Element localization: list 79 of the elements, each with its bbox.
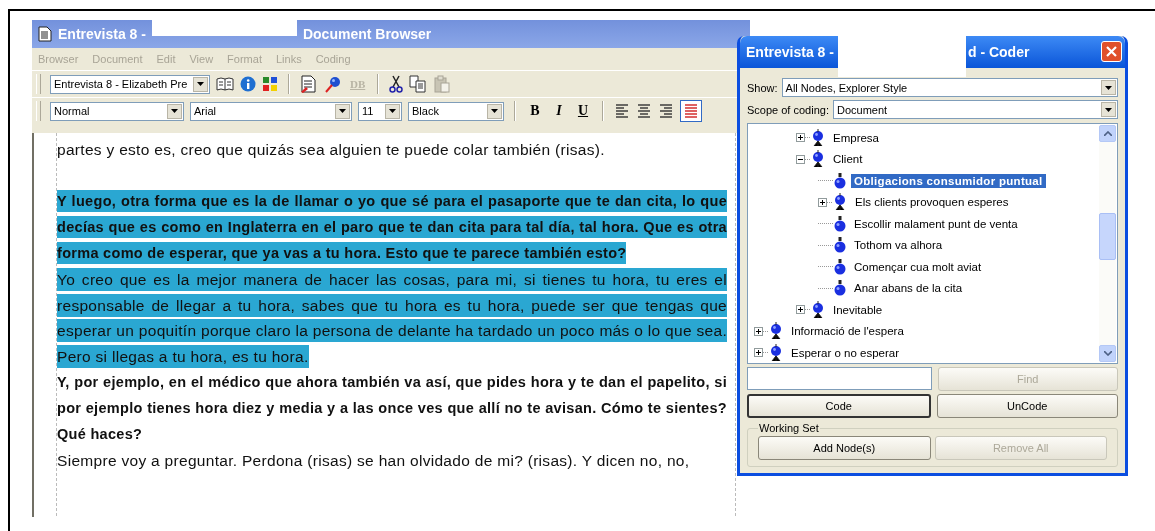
expand-button[interactable] [754,326,763,336]
source-dropdown[interactable]: Entrevista 8 - Elizabeth Pre [50,74,210,94]
expand-button[interactable] [818,197,827,207]
tree-node[interactable]: Escollir malament punt de venta [851,216,1021,231]
paragraph: Siempre voy a preguntar. Perdona (risas) se han olvidado de mi? (risas). Y dicen no, no, [57,450,691,471]
close-icon [1106,46,1117,57]
italic-button[interactable]: I [550,103,568,119]
tree-node[interactable]: Els clients provoquen esperes [852,195,1012,210]
underline-button[interactable]: U [574,103,592,119]
caret-icon [339,109,346,113]
node-ball-icon [833,237,847,254]
field-label: Show: [747,81,778,94]
node-figure-icon [832,193,848,212]
align-left-icon[interactable] [614,102,630,120]
paragraph: Y, por ejemplo, en el médico que ahora también va así, que pides hora y te dan el papelito, si por ejemplo tienes hora diez y media y a las once ves que allí no te avisan. Cómo te sientes? Qué haces? [57,373,727,445]
scissors-icon[interactable] [389,75,404,93]
tree-node[interactable]: Obligacions consumidor puntual [851,173,1046,188]
colour-dropdown[interactable]: Black [408,101,504,121]
align-right-icon[interactable] [658,102,674,120]
pushpin-icon[interactable] [324,75,342,93]
show-dropdown[interactable]: All Nodes, Explorer Style [781,78,1118,97]
group-label: Working Set [758,422,820,434]
close-button[interactable] [1101,41,1122,62]
expand-button[interactable] [796,133,805,143]
highlighted-paragraph: Y luego, otra forma que es la de llamar o yo que sé para el pasaporte que te dan cita, lo que decías que es como en Inglaterra en el paro que te dan cita para tal día, tal hora. Que es otra forma como de esperar, que ya vas a tu hora. Esto que te parece también esto? [57,188,727,267]
book-icon[interactable] [216,76,234,92]
tree-node[interactable]: Informació de l'espera [788,324,907,339]
window-title: Document Browser [302,26,432,42]
tree-node[interactable]: Anar abans de la cita [851,281,966,296]
font-dropdown[interactable]: Arial [190,101,352,121]
collapse-button[interactable] [796,154,805,164]
search-field[interactable] [747,367,932,390]
code-button[interactable]: Code [747,394,931,418]
node-figure-icon [768,343,784,362]
copy-icon[interactable] [409,75,428,93]
info-icon[interactable] [240,76,256,92]
window-title: Entrevista 8 - [746,44,834,60]
bold-button[interactable]: B [526,103,544,119]
highlighted-paragraph: Yo creo que es la mejor manera de hacer las cosas, para mi, si tienes tu hora, tu eres el responsable de llegar a tu hora, sabes que tu hora es tu hora, puede ser que tengas que esperar un poquitín porque claro la persona de delante ha tardado un poco más o lo que sea. Pero si llegas a tu hora, es tu hora. [57,266,727,371]
tree-node[interactable]: Inevitable [830,302,886,317]
expand-button[interactable] [796,305,805,315]
window-title: Entrevista 8 - [58,26,146,42]
chevron-down-icon [1103,351,1112,356]
tree-node[interactable]: Client [830,152,866,167]
caret-icon [1105,107,1112,112]
tree-node[interactable]: Esperar o no esperar [788,345,903,360]
node-figure-icon [810,150,826,169]
chevron-up-icon [1103,131,1112,136]
add-nodes-button[interactable]: Add Node(s) [758,436,931,460]
scroll-down-button[interactable] [1099,345,1116,362]
document-pen-icon[interactable] [300,75,318,93]
uncode-button[interactable]: UnCode [936,394,1118,418]
tree-node[interactable]: Empresa [830,130,883,145]
tree-node[interactable]: Començar cua molt aviat [851,259,985,274]
scope-dropdown[interactable]: Document [832,100,1118,119]
caret-icon [1105,85,1112,90]
node-ball-icon [833,258,847,275]
scrollbar-thumb[interactable] [1099,213,1116,260]
node-ball-icon [833,172,847,189]
field-label: Scope of coding: [747,103,829,116]
caret-icon [197,82,204,86]
node-figure-icon [810,128,826,147]
expand-button[interactable] [754,348,763,358]
size-dropdown[interactable]: 11 [358,101,402,121]
document-icon [38,26,52,42]
align-center-icon[interactable] [636,102,652,120]
style-dropdown[interactable]: Normal [50,101,184,121]
node-ball-icon [833,215,847,232]
window-title: d - Coder [967,44,1030,60]
caret-icon [491,109,498,113]
caret-icon [171,109,178,113]
tree-node[interactable]: Tothom va alhora [851,238,946,253]
caret-icon [389,109,396,113]
node-figure-icon [810,300,826,319]
scroll-up-button[interactable] [1099,125,1116,142]
node-figure-icon [768,322,784,341]
color-grid-icon[interactable] [262,76,278,92]
node-ball-icon [833,280,847,297]
paragraph: partes y esto es, creo que quizás sea alguien te puede colar también (risas). [57,140,606,160]
